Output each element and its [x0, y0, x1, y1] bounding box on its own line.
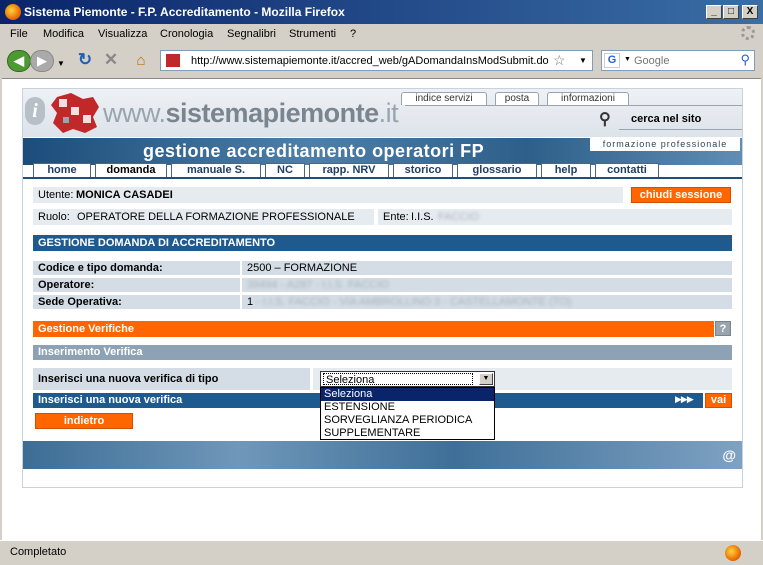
user-name: MONICA CASADEI [76, 189, 173, 201]
section-domanda-title: GESTIONE DOMANDA DI ACCREDITAMENTO [33, 235, 732, 251]
divider [619, 129, 742, 130]
codice-value: 2500 – FORMAZIONE [242, 261, 732, 275]
minimize-button[interactable]: _ [706, 5, 722, 19]
divider [405, 105, 742, 106]
operatore-label: Operatore: [33, 278, 240, 292]
chevron-down-icon[interactable]: ▼ [479, 373, 493, 385]
menu-file[interactable]: File [10, 28, 28, 40]
search-icon[interactable]: ⚲ [740, 52, 750, 68]
user-label: Utente: [38, 189, 74, 201]
status-text: Completato [10, 546, 67, 558]
reload-button[interactable]: ↻ [75, 50, 95, 72]
ente-label: Ente: [383, 211, 409, 223]
tab-rapp-nrv[interactable]: rapp. NRV [309, 163, 389, 178]
link-indice-servizi[interactable]: indice servizi [401, 92, 487, 105]
tab-nc[interactable]: NC [265, 163, 305, 178]
ente-value: I.I.S. [411, 211, 434, 223]
option-estensione[interactable]: ESTENSIONE [321, 401, 494, 414]
verifica-type-select[interactable]: Seleziona ▼ [320, 371, 495, 387]
piemonte-map-logo [51, 93, 99, 133]
tab-contatti[interactable]: contatti [595, 163, 659, 178]
verifiche-title: Gestione Verifiche [33, 321, 714, 337]
prompt-label: Inserisci una nuova verifica di tipo [38, 373, 219, 385]
menu-strumenti[interactable]: Strumenti [289, 28, 336, 40]
tabs-underline [23, 177, 742, 179]
inserimento-title: Inserimento Verifica [33, 345, 732, 360]
search-input[interactable] [634, 53, 734, 68]
menu-cronologia[interactable]: Cronologia [160, 28, 213, 40]
url-bar[interactable]: http://www.sistemapiemonte.it/accred_web… [160, 50, 593, 71]
window-titlebar: Sistema Piemonte - F.P. Accreditamento -… [0, 0, 763, 24]
page-viewport: i www.sistemapiemonte.it indice servizi … [2, 78, 761, 540]
stop-button[interactable]: ✕ [101, 50, 121, 72]
sede-label: Sede Operativa: [33, 295, 240, 309]
firefox-icon [5, 4, 21, 20]
site-banner: gestione accreditamento operatori FP for… [23, 138, 742, 165]
window-title: Sistema Piemonte - F.P. Accreditamento -… [24, 5, 345, 19]
menu-bar: File Modifica Visualizza Cronologia Segn… [0, 24, 763, 44]
email-icon[interactable]: @ [722, 447, 736, 463]
menu-visualizza[interactable]: Visualizza [98, 28, 147, 40]
menu-modifica[interactable]: Modifica [43, 28, 84, 40]
site-header: i www.sistemapiemonte.it indice servizi … [23, 89, 742, 137]
logout-button[interactable]: chiudi sessione [631, 187, 731, 203]
bookmark-star-icon[interactable]: ☆ [553, 52, 566, 69]
url-text[interactable]: http://www.sistemapiemonte.it/accred_web… [191, 55, 551, 67]
menu-segnalibri[interactable]: Segnalibri [227, 28, 276, 40]
info-icon[interactable]: i [25, 97, 45, 125]
user-row: Utente: MONICA CASADEI [33, 187, 623, 203]
operatore-value: 39494 - A287 - I.I.S. FACCIO [242, 278, 732, 292]
indietro-button[interactable]: indietro [35, 413, 133, 429]
tab-domanda[interactable]: domanda [95, 163, 167, 178]
search-bar[interactable]: G ▼ ⚲ [601, 50, 755, 71]
sede-value: 1 - I.I.S. FACCIO - VIA AMBROLLINO 3 - C… [242, 295, 732, 309]
help-button[interactable]: ? [715, 321, 731, 336]
link-posta[interactable]: posta [495, 92, 539, 105]
banner-tag: formazione professionale [590, 138, 740, 151]
role-row: Ruolo: OPERATORE DELLA FORMAZIONE PROFES… [33, 209, 374, 225]
site-favicon-icon [166, 54, 180, 67]
select-value[interactable]: Seleziona [323, 373, 473, 386]
throbber-icon [741, 26, 755, 40]
site-logo-text: www.sistemapiemonte.it [103, 98, 399, 128]
role-label: Ruolo: [38, 211, 70, 223]
tab-glossario[interactable]: glossario [457, 163, 537, 178]
google-engine-icon[interactable]: G [604, 53, 620, 68]
footer-banner: @ [23, 441, 742, 469]
verifica-type-options[interactable]: Seleziona ESTENSIONE SORVEGLIANZA PERIOD… [320, 387, 495, 440]
forward-button[interactable]: ▶ [30, 50, 54, 72]
engine-dropdown-icon[interactable]: ▼ [624, 56, 631, 63]
tab-home[interactable]: home [33, 163, 91, 178]
tab-storico[interactable]: storico [393, 163, 453, 178]
option-seleziona[interactable]: Seleziona [321, 388, 494, 401]
link-informazioni[interactable]: informazioni [547, 92, 629, 105]
option-sorveglianza-periodica[interactable]: SORVEGLIANZA PERIODICA [321, 414, 494, 427]
ente-row: Ente: I.I.S. FACCIO [378, 209, 732, 225]
option-supplementare[interactable]: SUPPLEMENTARE [321, 427, 494, 440]
history-dropdown-icon[interactable]: ▼ [57, 59, 65, 68]
magnifier-icon: ⚲ [599, 111, 611, 128]
menu-help[interactable]: ? [350, 28, 356, 40]
vai-button[interactable]: vai [705, 393, 732, 408]
ente-value-redacted: FACCIO [438, 211, 479, 223]
site-frame: i www.sistemapiemonte.it indice servizi … [22, 88, 743, 488]
search-site-link[interactable]: ⚲ cerca nel sito [599, 111, 701, 128]
firefox-status-icon [725, 545, 741, 561]
banner-title: gestione accreditamento operatori FP [143, 141, 485, 161]
prompt-row: Inserisci una nuova verifica di tipo [33, 368, 310, 390]
maximize-button[interactable]: □ [723, 5, 739, 19]
close-button[interactable]: X [742, 5, 758, 19]
status-bar: Completato [0, 540, 763, 565]
url-dropdown-icon[interactable]: ▼ [579, 56, 587, 65]
tab-manuale[interactable]: manuale S. [171, 163, 261, 178]
codice-label: Codice e tipo domanda: [33, 261, 240, 275]
role-value: OPERATORE DELLA FORMAZIONE PROFESSIONALE [77, 211, 355, 223]
arrows-icon: ▶▶▶ [675, 394, 694, 404]
home-button[interactable]: ⌂ [131, 50, 151, 72]
back-button[interactable]: ◀ [7, 50, 31, 72]
tab-help[interactable]: help [541, 163, 591, 178]
